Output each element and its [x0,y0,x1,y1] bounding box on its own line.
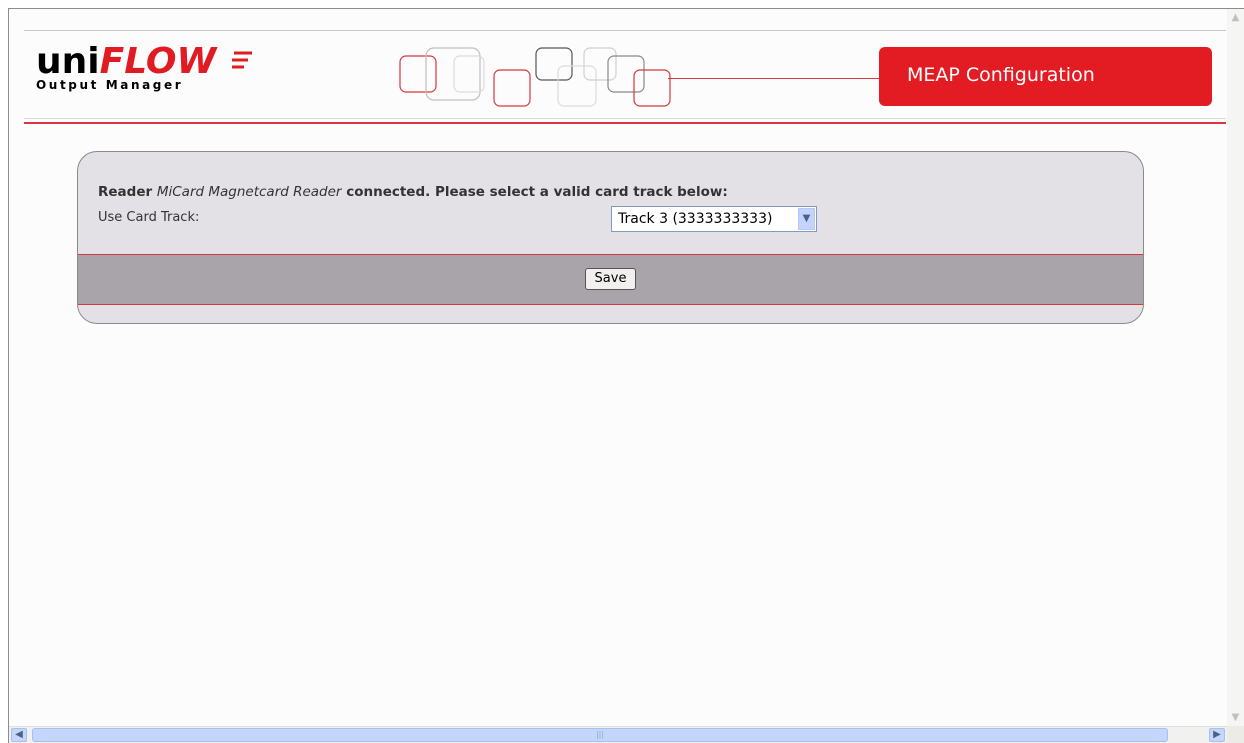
scrollbar-corner [1227,726,1244,743]
meap-configuration-tab[interactable]: MEAP Configuration [879,47,1212,106]
horizontal-scrollbar[interactable]: ◀ ||| ▶ [9,726,1227,743]
header-red-rule [24,122,1226,124]
card-track-label: Use Card Track: [98,210,200,225]
logo-wordmark: uniFLOW [36,44,216,80]
save-button[interactable]: Save [585,268,636,290]
vertical-scrollbar[interactable]: ▲ ▼ [1227,9,1244,726]
logo-uni-text: uni [36,41,100,82]
header-top-rule [24,30,1226,31]
arrow-up-icon[interactable]: ▲ [1227,9,1244,26]
logo-speed-lines-icon [232,51,252,69]
header-bottom-rule [24,118,1226,119]
card-reader-panel: Reader MiCard Magnetcard Reader connecte… [77,151,1144,324]
reader-name: MiCard Magnetcard Reader [156,184,342,200]
header-connector-line [668,78,880,79]
logo-flow-text: FLOW [99,41,217,82]
card-track-select[interactable]: Track 3 (3333333333) ▼ [611,206,817,232]
action-band: Save [78,254,1143,305]
card-track-selected-value: Track 3 (3333333333) [618,211,773,227]
uniflow-logo: uniFLOW Output Manager [36,44,252,92]
decorative-squares-icon [399,47,671,107]
message-suffix: connected. Please select a valid card tr… [341,184,728,200]
reader-status-message: Reader MiCard Magnetcard Reader connecte… [98,184,728,200]
horizontal-scroll-thumb[interactable]: ||| [32,728,1168,742]
arrow-down-icon[interactable]: ▼ [1227,709,1244,726]
arrow-right-icon[interactable]: ▶ [1209,728,1225,742]
arrow-left-icon[interactable]: ◀ [11,728,27,742]
message-prefix: Reader [98,184,157,200]
chevron-down-icon[interactable]: ▼ [798,208,815,230]
